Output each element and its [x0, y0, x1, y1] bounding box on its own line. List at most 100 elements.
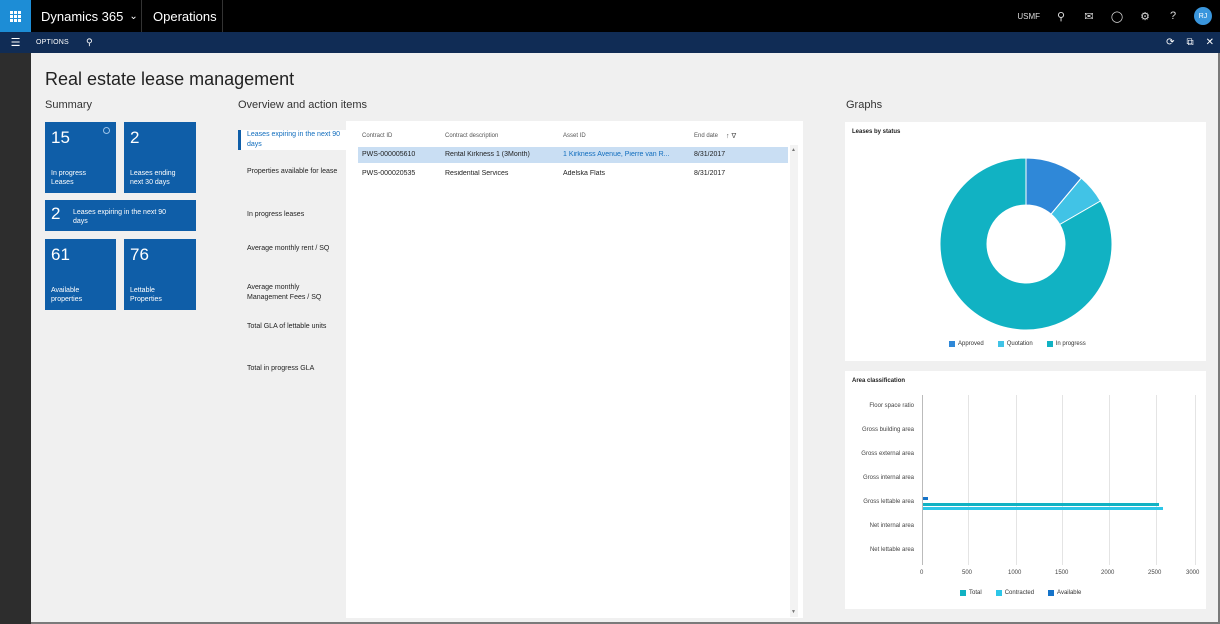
gridline: [1156, 395, 1157, 565]
legend-item[interactable]: In progress: [1046, 341, 1086, 347]
y-tick-label: Gross lettable area: [863, 499, 914, 505]
count-badge-icon: [103, 127, 110, 134]
y-tick-label: Gross internal area: [862, 475, 914, 481]
legend-item[interactable]: Quotation: [997, 341, 1033, 347]
x-tick-label: 3000: [1186, 570, 1200, 576]
menu-icon[interactable]: ☰: [0, 32, 31, 53]
top-right-toolbar: USMF ⚲ ✉ ◯ ⚙ ? RJ: [1017, 0, 1220, 32]
help-icon[interactable]: ?: [1166, 10, 1180, 22]
table-row[interactable]: PWS-000020535 Residential Services Adels…: [358, 166, 788, 182]
search-icon[interactable]: ⚲: [1054, 10, 1068, 23]
column-header-end-date[interactable]: End date: [694, 133, 718, 139]
x-tick-label: 1000: [1008, 570, 1022, 576]
legend-label: In progress: [1055, 341, 1086, 347]
gridline: [1016, 395, 1017, 565]
cell-end-date: 8/31/2017: [694, 151, 726, 158]
action-pane-right: ⟳ ⧉ ✕: [1166, 32, 1214, 53]
page-title: Real estate lease management: [45, 69, 295, 89]
y-axis: [922, 395, 923, 565]
scroll-up-icon[interactable]: ▲: [791, 147, 796, 153]
bar-contracted[interactable]: [923, 507, 1164, 510]
tab-leases-expiring-90[interactable]: Leases expiring in the next 90 days: [238, 130, 346, 150]
tab-avg-monthly-rent[interactable]: Average monthly rent / SQ: [238, 244, 346, 254]
cell-asset-id[interactable]: 1 Kirkness Avenue, Pierre van R...: [563, 151, 685, 158]
legend-swatch: [1046, 341, 1053, 347]
cell-contract-description: Rental Kirkness 1 (3Month): [445, 151, 530, 158]
legend-label: Quotation: [1006, 341, 1033, 347]
overview-tab-list: Leases expiring in the next 90 days Prop…: [238, 121, 346, 618]
tile-value: 76: [130, 245, 149, 264]
sort-filter-icon[interactable]: ↑ ∇: [726, 132, 736, 140]
brand-menu[interactable]: Dynamics 365 ⌄: [31, 0, 142, 32]
action-pane: ☰ OPTIONS ⚲ ⟳ ⧉ ✕: [0, 32, 1220, 53]
chevron-down-icon: ⌄: [129, 10, 138, 22]
app-launcher-icon[interactable]: [0, 0, 31, 32]
legend-swatch: [1048, 590, 1055, 596]
search-icon[interactable]: ⚲: [86, 32, 93, 53]
graphs-heading: Graphs: [846, 99, 883, 111]
column-header-asset-id[interactable]: Asset ID: [563, 133, 586, 139]
x-tick-label: 1500: [1055, 570, 1069, 576]
gear-icon[interactable]: ⚙: [1138, 10, 1152, 23]
bar-total[interactable]: [923, 503, 1159, 506]
tile-in-progress-leases[interactable]: 15 In progress Leases: [45, 122, 116, 193]
legend-item[interactable]: Available: [1048, 590, 1081, 596]
legend-swatch: [995, 590, 1002, 596]
tile-label: Leases expiring in the next 90 days: [73, 209, 167, 225]
tab-total-in-progress-gla[interactable]: Total in progress GLA: [238, 364, 346, 374]
tile-leases-ending-30[interactable]: 2 Leases ending next 30 days: [124, 122, 196, 193]
tab-total-gla-lettable[interactable]: Total GLA of lettable units: [238, 322, 346, 332]
column-header-contract-id[interactable]: Contract ID: [362, 133, 392, 139]
legend-item[interactable]: Approved: [949, 341, 984, 347]
legend-label: Total: [969, 590, 982, 596]
y-tick-label: Gross building area: [861, 427, 914, 433]
tile-label: In progress Leases: [51, 170, 87, 186]
navigation-pane: [0, 53, 31, 624]
gridline: [1109, 395, 1110, 565]
brand-label: Dynamics 365: [41, 8, 124, 24]
top-bar: Dynamics 365 ⌄ Operations USMF ⚲ ✉ ◯ ⚙ ?…: [0, 0, 1220, 32]
y-tick-label: Net internal area: [869, 523, 914, 529]
y-tick-label: Floor space ratio: [869, 403, 914, 409]
summary-heading: Summary: [45, 99, 93, 111]
tile-lettable-properties[interactable]: 76 Lettable Properties: [124, 239, 196, 310]
tile-leases-expiring-90[interactable]: 2 Leases expiring in the next 90 days: [45, 200, 196, 231]
legend-item[interactable]: Total: [960, 590, 982, 596]
grid-scrollbar[interactable]: ▲ ▼: [790, 145, 798, 617]
table-row[interactable]: PWS-000005610 Rental Kirkness 1 (3Month)…: [358, 147, 788, 163]
legend-swatch: [960, 590, 966, 596]
legend-label: Contracted: [1004, 590, 1035, 596]
legend-label: Available: [1057, 590, 1082, 596]
tile-available-properties[interactable]: 61 Available properties: [45, 239, 116, 310]
leases-by-status-card: Leases by status Approved Quotation In p…: [845, 122, 1206, 361]
tab-in-progress-leases[interactable]: In progress leases: [238, 210, 346, 220]
column-header-contract-description[interactable]: Contract description: [445, 133, 498, 139]
legend-item[interactable]: Contracted: [995, 590, 1035, 596]
tab-properties-available[interactable]: Properties available for lease: [238, 167, 346, 177]
module-label: Operations: [153, 8, 217, 24]
y-tick-label: Net lettable area: [869, 547, 914, 553]
donut-legend: Approved Quotation In progress: [949, 341, 1086, 347]
donut-chart: [939, 157, 1113, 331]
cell-end-date: 8/31/2017: [694, 170, 726, 177]
bar-available[interactable]: [923, 497, 928, 500]
refresh-icon[interactable]: ⟳: [1166, 37, 1174, 48]
gridline: [1062, 395, 1063, 565]
status-icon[interactable]: ◯: [1110, 10, 1124, 23]
scroll-down-icon[interactable]: ▼: [791, 609, 796, 615]
legend-swatch: [949, 341, 955, 347]
cell-contract-id: PWS-000005610: [362, 151, 416, 158]
options-tab[interactable]: OPTIONS: [36, 32, 69, 53]
open-new-window-icon[interactable]: ⧉: [1186, 37, 1193, 48]
tile-label: Leases ending next 30 days: [130, 170, 176, 186]
x-tick-label: 0: [920, 570, 924, 576]
cell-asset-id: Adelska Flats: [563, 170, 606, 177]
tab-avg-management-fees[interactable]: Average monthly Management Fees / SQ: [238, 283, 346, 303]
module-name[interactable]: Operations: [143, 0, 223, 32]
close-icon[interactable]: ✕: [1206, 37, 1214, 48]
legend-label: Approved: [958, 341, 984, 347]
avatar[interactable]: RJ: [1194, 7, 1212, 25]
company-picker[interactable]: USMF: [1017, 12, 1040, 21]
message-icon[interactable]: ✉: [1082, 10, 1096, 23]
overview-panel: Leases expiring in the next 90 days Prop…: [238, 121, 803, 618]
